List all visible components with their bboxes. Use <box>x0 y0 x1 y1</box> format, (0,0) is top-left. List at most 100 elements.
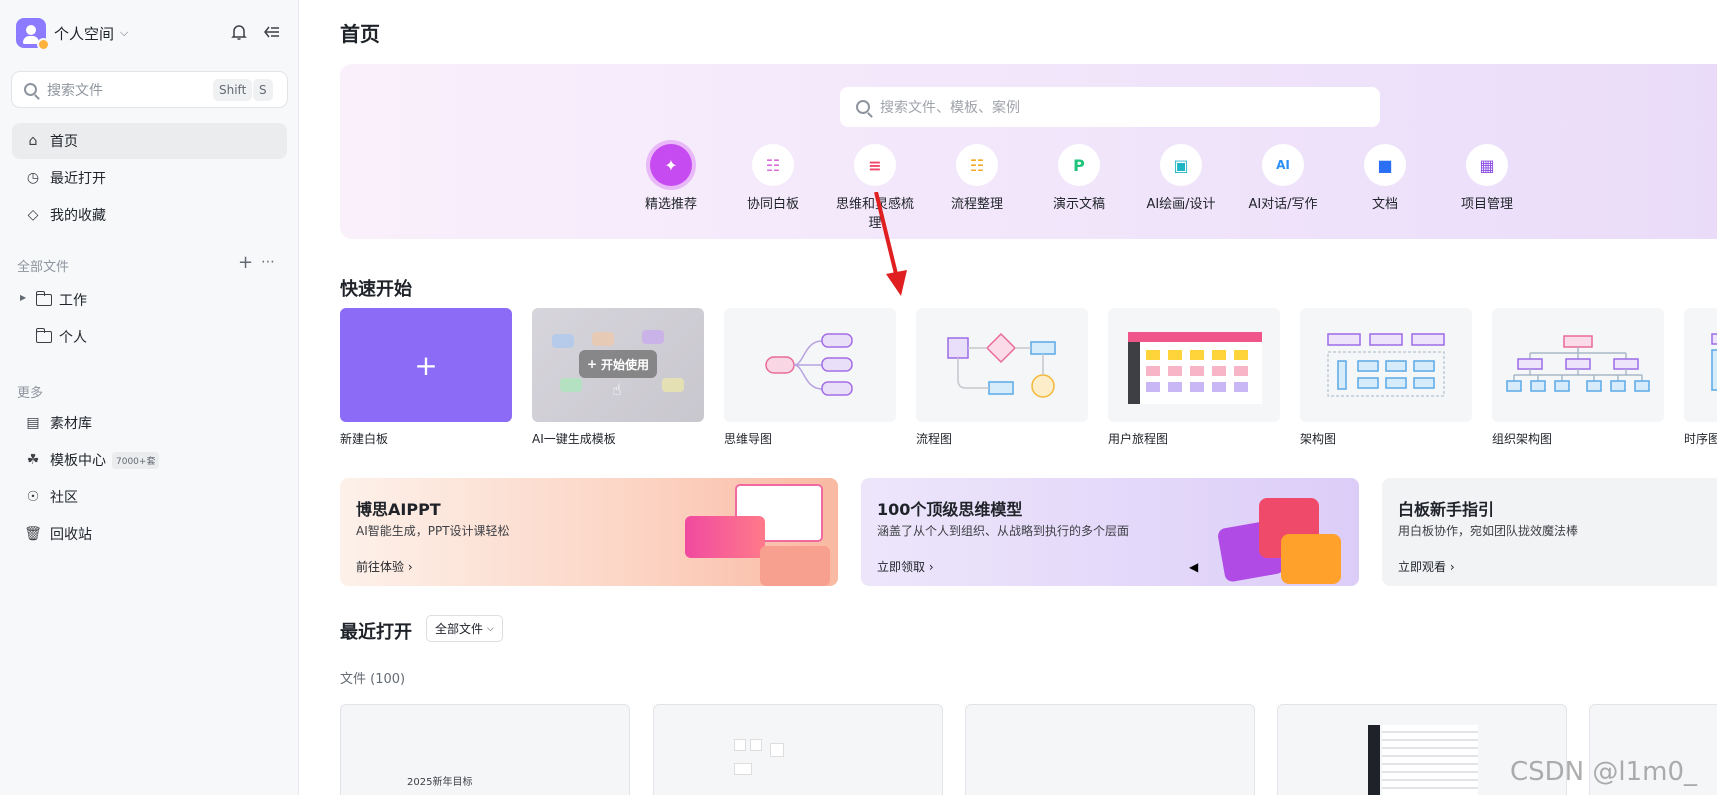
banner-search-input[interactable]: 搜索文件、模板、案例 <box>840 87 1380 127</box>
category-document[interactable]: ■ 文档 <box>1340 144 1430 212</box>
template-label: 用户旅程图 <box>1108 432 1169 446</box>
chevron-down-icon: ⌵ <box>487 623 494 634</box>
search-placeholder: 搜索文件 <box>47 82 103 99</box>
mouse-cursor-icon: ◀ <box>1189 560 1199 574</box>
category-label: AI绘画/设计 <box>1146 197 1216 212</box>
tag-icon: ◇ <box>27 207 39 223</box>
category-label: 项目管理 <box>1460 197 1513 212</box>
hero-banner: 搜索文件、模板、案例 ✦ 精选推荐 ☷ 协同白板 ≡ 思维和灵感梳理 ☷ 流程整… <box>340 64 1717 239</box>
promo-title: 博思AIPPT <box>356 500 441 519</box>
promo-aippt[interactable]: 博思AIPPT AI智能生成，PPT设计课轻松 前往体验 › <box>340 478 838 586</box>
category-label: 演示文稿 <box>1052 197 1105 212</box>
template-org-chart[interactable]: 组织架构图 <box>1492 308 1664 447</box>
sidebar-item-label: 首页 <box>50 134 78 150</box>
sequence-thumbnail <box>1684 308 1717 422</box>
category-featured[interactable]: ✦ 精选推荐 <box>626 144 716 212</box>
promo-whiteboard-guide[interactable]: 白板新手指引 用白板协作，宛如团队拢效魔法棒 立即观看 › <box>1382 478 1717 586</box>
mindmap-icon: ≡ <box>854 144 896 186</box>
file-thumbnail-text: 2025新年目标 <box>407 777 473 788</box>
sidebar-item-label: 回收站 <box>50 527 92 543</box>
file-card[interactable] <box>653 704 943 795</box>
promo-link[interactable]: 前往体验 › <box>356 558 413 575</box>
category-project[interactable]: ▦ 项目管理 <box>1442 144 1532 212</box>
template-user-journey[interactable]: 用户旅程图 <box>1108 308 1280 447</box>
cursor-hand-icon: ☝ <box>612 380 622 399</box>
clock-icon: ◷ <box>26 170 40 186</box>
promo-subtitle: AI智能生成，PPT设计课轻松 <box>356 524 510 538</box>
flow-icon: ☷ <box>956 144 998 186</box>
folder-work[interactable]: 工作 <box>35 290 87 310</box>
ai-chat-icon: AI <box>1262 144 1304 186</box>
sidebar-item-favorites[interactable]: ◇ 我的收藏 <box>12 197 287 233</box>
search-icon <box>24 83 37 96</box>
bell-icon[interactable] <box>228 21 250 43</box>
project-icon: ▦ <box>1466 144 1508 186</box>
promo-thinking-models[interactable]: 100个顶级思维模型 涵盖了从个人到组织、从战略到执行的多个层面 立即领取 › … <box>861 478 1359 586</box>
watermark-text: CSDN @l1m0_ <box>1509 757 1697 787</box>
folder-personal[interactable]: 个人 <box>35 327 87 347</box>
add-icon[interactable]: + <box>238 252 253 273</box>
template-ai-generate[interactable]: + 开始使用 ☝ AI一键生成模板 <box>532 308 704 447</box>
promo-title: 100个顶级思维模型 <box>877 500 1023 519</box>
sidebar-item-recent[interactable]: ◷ 最近打开 <box>12 160 287 196</box>
file-filter-dropdown[interactable]: 全部文件 ⌵ <box>426 615 503 642</box>
file-thumbnail <box>734 729 794 775</box>
category-flow[interactable]: ☷ 流程整理 <box>932 144 1022 212</box>
page-title: 首页 <box>340 22 380 46</box>
template-label: 时序图 <box>1684 432 1717 446</box>
whiteboard-icon: ☷ <box>752 144 794 186</box>
all-files-heading: 全部文件 <box>17 260 70 275</box>
category-label: 流程整理 <box>950 197 1003 212</box>
category-whiteboard[interactable]: ☷ 协同白板 <box>728 144 818 212</box>
shortcut-key-s: S <box>253 79 273 101</box>
template-count-badge: 7000+套 <box>112 451 160 469</box>
expand-caret-icon[interactable]: ▶ <box>20 293 26 302</box>
template-new-whiteboard[interactable]: + 新建白板 <box>340 308 512 447</box>
sidebar-item-library[interactable]: ▤ 素材库 <box>12 405 287 441</box>
sidebar: 个人空间 ⌵ 搜索文件 Shift S ⌂ 首页 ◷ 最近打开 ◇ 我的收藏 全… <box>0 0 299 795</box>
sidebar-item-trash[interactable]: 🗑 回收站 <box>12 516 287 552</box>
sidebar-item-community[interactable]: ☉ 社区 <box>12 479 287 515</box>
promo-folder-orange <box>1281 534 1341 584</box>
collapse-sidebar-icon[interactable] <box>261 21 283 43</box>
sidebar-item-templates[interactable]: ☘ 模板中心 7000+套 <box>12 442 287 478</box>
category-ai-design[interactable]: ▣ AI绘画/设计 <box>1136 144 1226 212</box>
workspace-switcher[interactable]: 个人空间 ⌵ <box>16 16 129 51</box>
promo-title: 白板新手指引 <box>1398 500 1495 519</box>
promo-card-image <box>685 516 765 558</box>
template-label: 流程图 <box>916 432 953 446</box>
category-label: 文档 <box>1371 197 1398 212</box>
trash-icon: 🗑 <box>24 526 42 542</box>
category-presentation[interactable]: P 演示文稿 <box>1034 144 1124 212</box>
sidebar-item-home[interactable]: ⌂ 首页 <box>12 123 287 159</box>
template-label: 架构图 <box>1300 432 1337 446</box>
promo-link[interactable]: 立即观看 › <box>1398 558 1455 575</box>
category-label: AI对话/写作 <box>1248 197 1318 212</box>
workspace-name: 个人空间 <box>54 24 115 43</box>
chevron-down-icon: ⌵ <box>120 26 129 39</box>
main-content: 首页 搜索文件、模板、案例 ✦ 精选推荐 ☷ 协同白板 ≡ 思维和灵感梳理 ☷ … <box>300 0 1717 795</box>
community-icon: ☉ <box>26 489 40 505</box>
category-ai-writing[interactable]: AI AI对话/写作 <box>1238 144 1328 212</box>
file-count: 文件 (100) <box>340 672 406 687</box>
template-label: 新建白板 <box>340 432 389 446</box>
template-flowchart[interactable]: 流程图 <box>916 308 1088 447</box>
template-mindmap[interactable]: 思维导图 <box>724 308 896 447</box>
sidebar-search-input[interactable]: 搜索文件 Shift S <box>11 71 288 108</box>
start-using-button[interactable]: + 开始使用 <box>579 350 657 378</box>
template-sequence[interactable]: 时序图 <box>1684 308 1717 447</box>
library-icon: ▤ <box>26 415 40 431</box>
ai-template-thumbnail: + 开始使用 ☝ <box>532 308 704 422</box>
org-chart-thumbnail <box>1492 308 1664 422</box>
folder-icon <box>35 328 52 343</box>
avatar <box>16 18 50 51</box>
file-card[interactable]: 2025新年目标 <box>340 704 630 795</box>
promo-link[interactable]: 立即领取 › <box>877 558 934 575</box>
file-card[interactable] <box>965 704 1255 795</box>
template-architecture[interactable]: 架构图 <box>1300 308 1472 447</box>
more-icon[interactable]: ⋯ <box>261 254 275 270</box>
template-label: AI一键生成模板 <box>532 432 616 446</box>
ai-image-icon: ▣ <box>1160 144 1202 186</box>
recent-title: 最近打开 <box>340 622 412 643</box>
more-heading: 更多 <box>17 386 44 401</box>
